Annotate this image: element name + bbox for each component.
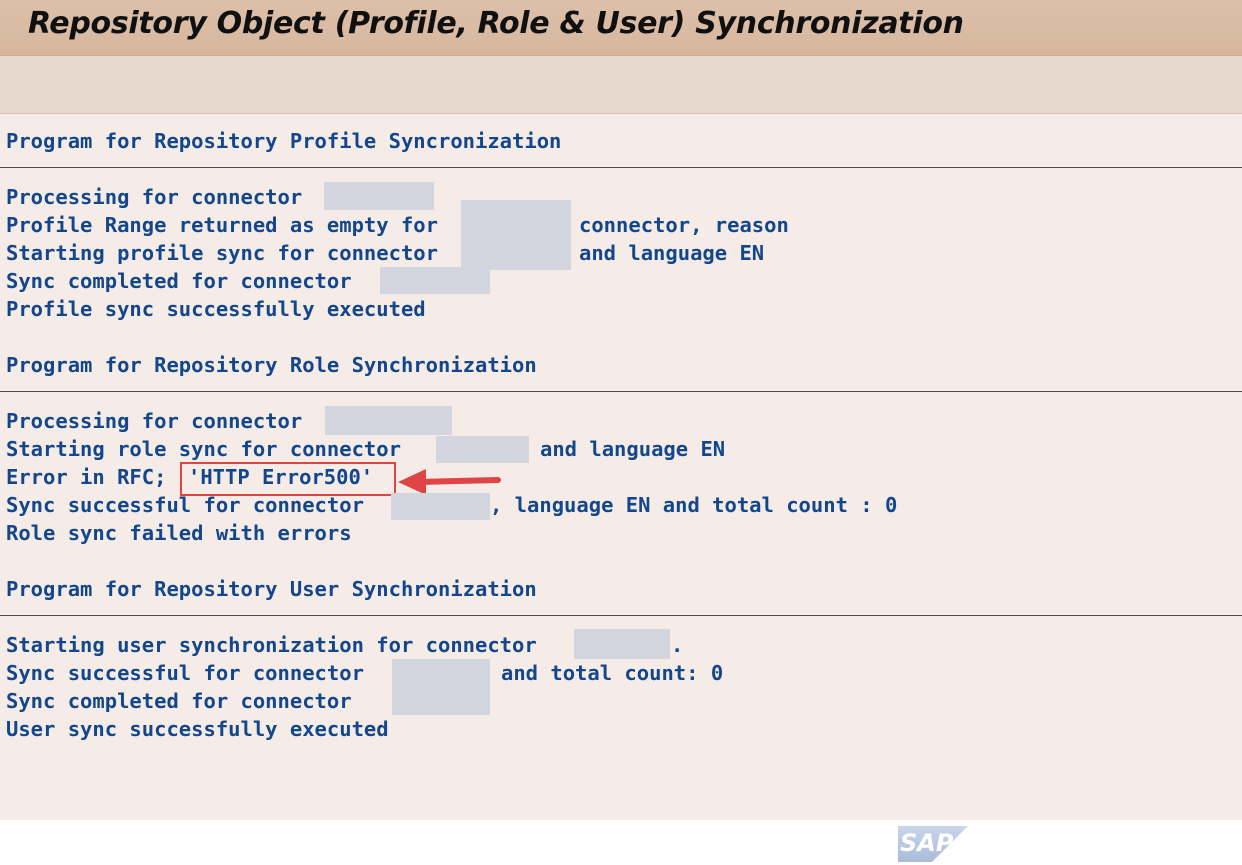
sap-logo-text: SAP <box>900 829 954 857</box>
profile-completed-line: Sync completed for connector <box>6 269 352 293</box>
user-success-line: Sync successful for connector <box>6 661 364 685</box>
profile-starting-line: Starting profile sync for connector <box>6 241 438 265</box>
redacted-connector-name <box>436 436 529 463</box>
role-section-heading: Program for Repository Role Synchronizat… <box>6 353 537 377</box>
title-bar: Repository Object (Profile, Role & User)… <box>0 0 1242 56</box>
redacted-connector-name <box>391 493 490 520</box>
role-starting-line: Starting role sync for connector <box>6 437 401 461</box>
window-title: Repository Object (Profile, Role & User)… <box>28 6 964 41</box>
redacted-connector-name <box>461 200 571 270</box>
role-failed-line: Role sync failed with errors <box>6 521 352 545</box>
redacted-connector-name <box>324 182 434 210</box>
profile-section-heading: Program for Repository Profile Syncroniz… <box>6 129 562 153</box>
user-starting-line: Starting user synchronization for connec… <box>6 633 537 657</box>
section-divider <box>0 391 1242 392</box>
role-error-prefix: Error in RFC; <box>6 465 167 489</box>
role-success-line: Sync successful for connector <box>6 493 364 517</box>
user-executed-line: User sync successfully executed <box>6 717 389 741</box>
redacted-connector-name <box>574 629 670 659</box>
profile-range-line: Profile Range returned as empty for <box>6 213 438 237</box>
user-section-heading: Program for Repository User Synchronizat… <box>6 577 537 601</box>
profile-range-line-suffix: connector, reason <box>579 213 789 237</box>
user-success-line-suffix: and total count: 0 <box>501 661 724 685</box>
section-divider <box>0 615 1242 616</box>
role-starting-line-suffix: and language EN <box>540 437 726 461</box>
application-toolbar <box>0 56 1242 114</box>
redacted-connector-name <box>325 406 452 435</box>
redacted-connector-name <box>392 659 490 715</box>
user-completed-line: Sync completed for connector <box>6 689 352 713</box>
role-success-line-suffix: , language EN and total count : 0 <box>490 493 898 517</box>
redacted-connector-name <box>380 267 490 294</box>
profile-starting-line-suffix: and language EN <box>579 241 765 265</box>
profile-processing-line: Processing for connector <box>6 185 303 209</box>
user-starting-line-suffix: . <box>671 633 684 657</box>
role-processing-line: Processing for connector <box>6 409 303 433</box>
arrow-left-icon <box>398 469 501 495</box>
section-divider <box>0 167 1242 168</box>
footer <box>0 820 1242 865</box>
profile-executed-line: Profile sync successfully executed <box>6 297 426 321</box>
